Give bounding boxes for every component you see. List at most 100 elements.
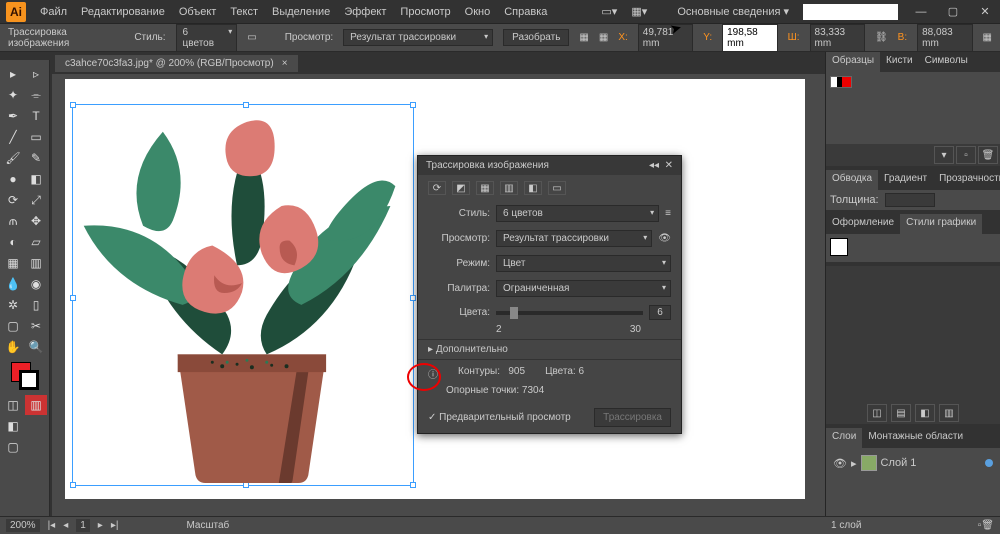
selection-tool[interactable]: ▸ bbox=[2, 64, 24, 84]
arrange-docs-icon[interactable]: ▦▾ bbox=[631, 5, 647, 18]
trace-style-dropdown[interactable]: 6 цветов bbox=[496, 205, 659, 222]
expand-button[interactable]: Разобрать bbox=[503, 29, 569, 46]
preset-gray-icon[interactable]: ▥ bbox=[500, 181, 518, 195]
layer-target-icon[interactable] bbox=[985, 459, 993, 467]
panel-icon-4[interactable]: ▥ bbox=[939, 404, 959, 422]
panel-icon-3[interactable]: ◧ bbox=[915, 404, 935, 422]
screen-mode-icon[interactable]: ▢ bbox=[2, 437, 24, 457]
direct-selection-tool[interactable]: ▹ bbox=[25, 64, 47, 84]
link-wh-icon[interactable]: ⛓ bbox=[875, 32, 888, 43]
tab-layers[interactable]: Слои bbox=[826, 428, 862, 448]
layer-name[interactable]: Слой 1 bbox=[881, 457, 917, 469]
shape-builder-tool[interactable]: ◐ bbox=[2, 232, 24, 252]
eyedropper-tool[interactable]: 💧 bbox=[2, 274, 24, 294]
fill-stroke-control[interactable] bbox=[11, 362, 39, 390]
slice-tool[interactable]: ✂ bbox=[25, 316, 47, 336]
color-mode-icon[interactable]: ◫ bbox=[2, 395, 24, 415]
preset-outline-icon[interactable]: ▭ bbox=[548, 181, 566, 195]
w-field[interactable]: 83,333 mm bbox=[810, 24, 865, 52]
minimize-icon[interactable]: — bbox=[912, 5, 930, 19]
panel-icon-1[interactable]: ◫ bbox=[867, 404, 887, 422]
menu-view[interactable]: Просмотр bbox=[400, 6, 450, 18]
graphic-style-thumb[interactable] bbox=[830, 238, 848, 256]
maximize-icon[interactable]: ▢ bbox=[944, 5, 962, 19]
eye-icon[interactable]: 👁 bbox=[658, 233, 671, 244]
tab-gradient[interactable]: Градиент bbox=[878, 170, 933, 190]
page-nav-next[interactable]: ▸ bbox=[98, 520, 103, 531]
tab-artboards[interactable]: Монтажные области bbox=[862, 428, 969, 448]
perspective-tool[interactable]: ▱ bbox=[25, 232, 47, 252]
close-tab-icon[interactable]: × bbox=[282, 58, 288, 69]
menu-window[interactable]: Окно bbox=[465, 6, 491, 18]
new-swatch-icon[interactable]: ▫ bbox=[956, 146, 976, 164]
preset-low-icon[interactable]: ▦ bbox=[476, 181, 494, 195]
page-nav-last[interactable]: ▸| bbox=[111, 520, 119, 531]
transform-icon[interactable]: ▦ bbox=[599, 32, 608, 43]
preview-checkbox[interactable]: ✓ Предварительный просмотр bbox=[428, 412, 571, 423]
page-nav-prev[interactable]: ◂ bbox=[63, 520, 68, 531]
doc-layout-icon[interactable]: ▭▾ bbox=[601, 5, 617, 18]
menu-file[interactable]: Файл bbox=[40, 6, 67, 18]
advanced-toggle[interactable]: ▸ Дополнительно bbox=[418, 339, 681, 360]
hand-tool[interactable]: ✋ bbox=[2, 337, 24, 357]
page-field[interactable]: 1 bbox=[76, 519, 90, 532]
magic-wand-tool[interactable]: ✦ bbox=[2, 85, 24, 105]
trace-mask-icon[interactable]: ▭ bbox=[247, 32, 256, 43]
tab-brushes[interactable]: Кисти bbox=[880, 52, 919, 72]
menu-effect[interactable]: Эффект bbox=[344, 6, 386, 18]
delete-layer-icon[interactable]: 🗑 bbox=[981, 520, 994, 531]
zoom-tool[interactable]: 🔍 bbox=[25, 337, 47, 357]
search-input[interactable] bbox=[803, 4, 898, 20]
visibility-icon[interactable]: 👁 bbox=[833, 457, 847, 470]
menu-help[interactable]: Справка bbox=[504, 6, 547, 18]
zoom-select[interactable]: 200% bbox=[6, 519, 40, 532]
tab-transparency[interactable]: Прозрачность bbox=[933, 170, 1000, 190]
menu-object[interactable]: Объект bbox=[179, 6, 216, 18]
pencil-tool[interactable]: ✎ bbox=[25, 148, 47, 168]
rectangle-tool[interactable]: ▭ bbox=[25, 127, 47, 147]
close-icon[interactable]: ✕ bbox=[976, 5, 994, 19]
menu-text[interactable]: Текст bbox=[230, 6, 258, 18]
menu-select[interactable]: Выделение bbox=[272, 6, 330, 18]
line-tool[interactable]: ╱ bbox=[2, 127, 24, 147]
document-tab[interactable]: c3ahce70c3fa3.jpg* @ 200% (RGB/Просмотр)… bbox=[55, 55, 298, 72]
preset-photo-icon[interactable]: ◩ bbox=[452, 181, 470, 195]
graph-tool[interactable]: ▯ bbox=[25, 295, 47, 315]
rotate-tool[interactable]: ⟳ bbox=[2, 190, 24, 210]
page-nav-first[interactable]: |◂ bbox=[48, 520, 56, 531]
y-field[interactable]: 198,58 mm bbox=[722, 24, 777, 52]
tab-stroke[interactable]: Обводка bbox=[826, 170, 878, 190]
align-icon[interactable]: ▦ bbox=[579, 32, 588, 43]
expand-layer-icon[interactable]: ▸ bbox=[851, 457, 857, 470]
gradient-tool[interactable]: ▥ bbox=[25, 253, 47, 273]
panel-icon-2[interactable]: ▤ bbox=[891, 404, 911, 422]
trace-mode-dropdown[interactable]: Цвет bbox=[496, 255, 671, 272]
blend-tool[interactable]: ◉ bbox=[25, 274, 47, 294]
mesh-tool[interactable]: ▦ bbox=[2, 253, 24, 273]
workspace-switcher[interactable]: Основные сведения ▾ bbox=[677, 5, 789, 18]
layer-row[interactable]: 👁 ▸ Слой 1 bbox=[830, 452, 996, 474]
tab-graphic-styles[interactable]: Стили графики bbox=[900, 214, 982, 234]
width-tool[interactable]: ⫙ bbox=[2, 211, 24, 231]
eraser-tool[interactable]: ◧ bbox=[25, 169, 47, 189]
tab-symbols[interactable]: Символы bbox=[919, 52, 974, 72]
menu-edit[interactable]: Редактирование bbox=[81, 6, 165, 18]
tab-appearance[interactable]: Оформление bbox=[826, 214, 900, 234]
draw-mode-icon[interactable]: ◧ bbox=[2, 416, 24, 436]
view-dropdown[interactable]: Результат трассировки bbox=[343, 29, 493, 46]
free-transform-tool[interactable]: ✥ bbox=[25, 211, 47, 231]
delete-swatch-icon[interactable]: 🗑 bbox=[978, 146, 998, 164]
save-preset-icon[interactable]: ≡ bbox=[665, 208, 671, 219]
preset-bw-icon[interactable]: ◧ bbox=[524, 181, 542, 195]
lasso-tool[interactable]: ⌯ bbox=[25, 85, 47, 105]
scale-tool[interactable]: ⤢ bbox=[25, 190, 47, 210]
type-tool[interactable]: T bbox=[25, 106, 47, 126]
x-field[interactable]: 49,781 mm bbox=[638, 24, 693, 52]
panel-close-icon[interactable]: ✕ bbox=[665, 160, 673, 171]
constrain-icon[interactable]: ▦ bbox=[983, 32, 992, 43]
trace-palette-dropdown[interactable]: Ограниченная bbox=[496, 280, 671, 297]
tab-swatches[interactable]: Образцы bbox=[826, 52, 880, 72]
trace-button[interactable]: Трассировка bbox=[594, 408, 671, 427]
trace-view-dropdown[interactable]: Результат трассировки bbox=[496, 230, 652, 247]
thickness-field[interactable] bbox=[885, 193, 935, 207]
